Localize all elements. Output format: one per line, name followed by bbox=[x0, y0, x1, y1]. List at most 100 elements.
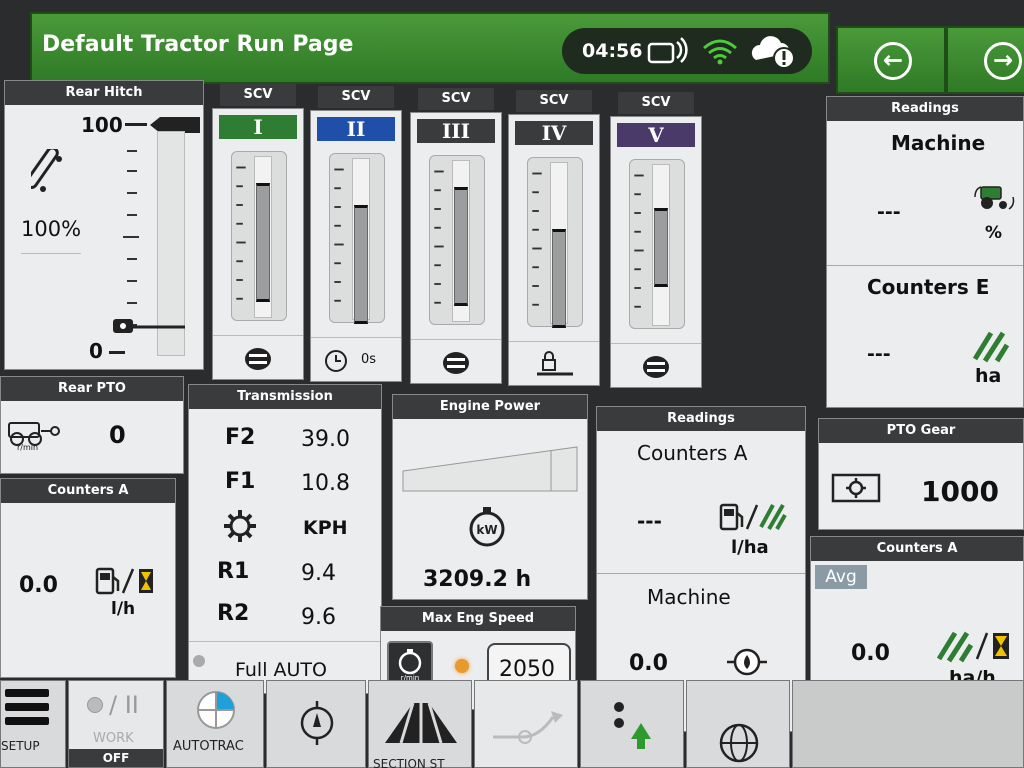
counters-e-unit: ha bbox=[975, 365, 1002, 387]
previous-page-button[interactable]: ← bbox=[836, 26, 946, 94]
tab-work-label: WORK bbox=[93, 731, 134, 746]
pressure-gauge-icon bbox=[727, 648, 767, 676]
scv-footer: 0s bbox=[311, 337, 401, 381]
timer-icon bbox=[325, 350, 347, 372]
trans-speed-unit: KPH bbox=[303, 517, 348, 539]
counters-a-right-value: 0.0 bbox=[851, 641, 890, 666]
scv-flow-track bbox=[629, 159, 685, 329]
rear-pto-panel[interactable]: Rear PTO r/min 0 bbox=[0, 376, 184, 474]
next-page-button[interactable]: → bbox=[946, 26, 1024, 94]
scv-scale-ticks bbox=[532, 172, 542, 306]
globe-icon bbox=[719, 723, 759, 763]
trans-value-1: 10.8 bbox=[301, 471, 350, 496]
hydraulic-valve-icon bbox=[443, 352, 469, 374]
scv-number: III bbox=[417, 119, 495, 143]
trans-indicator-light bbox=[193, 655, 205, 667]
counters-a-unit: l/ha bbox=[731, 537, 769, 558]
scv-3-panel[interactable]: SCV III bbox=[410, 88, 502, 388]
tab-section-control[interactable]: SECTION ST bbox=[368, 680, 472, 768]
scv-label: SCV bbox=[516, 90, 592, 112]
scv-flow-track bbox=[527, 157, 583, 328]
hydraulic-valve-icon bbox=[643, 356, 669, 378]
scv-footer bbox=[411, 339, 501, 383]
tab-setup[interactable]: SETUP bbox=[0, 680, 66, 768]
scv-flow-bar bbox=[654, 207, 668, 288]
scv-flow-bar bbox=[354, 205, 368, 324]
tab-extra[interactable] bbox=[792, 680, 1024, 768]
gear-icon bbox=[224, 510, 256, 542]
tab-guidance[interactable] bbox=[266, 680, 366, 768]
scv-flow-track bbox=[329, 153, 385, 324]
max-eng-speed-value: 2050 bbox=[499, 657, 555, 682]
status-bar[interactable]: 04:56 bbox=[562, 28, 812, 74]
rear-hitch-panel[interactable]: Rear Hitch 100 100% 0 bbox=[4, 80, 204, 370]
tab-autotrac[interactable]: AUTOTRAC bbox=[166, 680, 264, 768]
engine-rpm-icon: r/min bbox=[398, 649, 422, 682]
trans-mode: Full AUTO bbox=[235, 659, 327, 681]
hitch-lower-icon bbox=[113, 319, 185, 333]
avg-tag: Avg bbox=[815, 565, 867, 589]
scv-2-panel[interactable]: SCV II 0s bbox=[310, 86, 402, 386]
rear-hitch-title: Rear Hitch bbox=[5, 81, 203, 105]
counters-a-left-panel[interactable]: Counters A 0.0 l/h bbox=[0, 478, 176, 678]
fuel-rate-icon bbox=[95, 567, 153, 595]
hitch-link-icon bbox=[31, 149, 62, 192]
tab-turn-automation[interactable] bbox=[474, 680, 578, 768]
readings-right-panel[interactable]: Readings Machine --- % Counters E --- ha bbox=[826, 96, 1024, 408]
trans-value-0: 39.0 bbox=[301, 427, 350, 452]
counters-a-value: --- bbox=[637, 509, 662, 533]
scv-label: SCV bbox=[418, 88, 494, 110]
hitch-min-label: 0 bbox=[89, 339, 103, 363]
transmission-title: Transmission bbox=[189, 385, 381, 409]
tab-section-label: SECTION ST bbox=[373, 757, 445, 768]
pto-gear-panel[interactable]: PTO Gear 1000 bbox=[818, 418, 1024, 530]
tab-sequence[interactable] bbox=[580, 680, 684, 768]
tab-work-state: OFF bbox=[69, 749, 163, 767]
machine-value: 0.0 bbox=[629, 651, 668, 676]
scv-5-panel[interactable]: SCV V bbox=[610, 92, 702, 392]
clock-text: 04:56 bbox=[582, 40, 643, 62]
readings-mid-title: Readings bbox=[597, 407, 805, 431]
scv-scale-ticks bbox=[334, 168, 344, 302]
page-header: Default Tractor Run Page 04:56 bbox=[30, 12, 830, 84]
tab-setup-label: SETUP bbox=[1, 739, 40, 753]
scv-body: II 0s bbox=[310, 110, 402, 382]
scv-4-panel[interactable]: SCV IV bbox=[508, 90, 600, 390]
turn-path-icon bbox=[493, 711, 563, 744]
rear-pto-value: 0 bbox=[109, 421, 126, 449]
scv-label: SCV bbox=[618, 92, 694, 114]
lock-valve-icon bbox=[537, 351, 573, 376]
scv-flow-bar bbox=[256, 182, 270, 302]
engine-power-panel[interactable]: Engine Power kW 3209.2 h bbox=[392, 394, 588, 600]
svg-text:kW: kW bbox=[476, 523, 497, 537]
counters-a-left-unit: l/h bbox=[111, 599, 136, 619]
trans-label-0: F2 bbox=[225, 425, 256, 450]
fuel-per-area-icon bbox=[719, 503, 787, 531]
arrow-left-icon: ← bbox=[874, 42, 912, 80]
trans-label-4: R2 bbox=[217, 601, 250, 626]
scv-1-panel[interactable]: SCV I bbox=[212, 84, 304, 384]
scv-body: IV bbox=[508, 114, 600, 386]
tab-work[interactable]: / II WORK OFF bbox=[68, 680, 164, 768]
engine-power-bar bbox=[402, 446, 578, 492]
machine-label: Machine bbox=[647, 585, 731, 609]
pto-gear-value: 1000 bbox=[921, 475, 999, 508]
autotrac-icon bbox=[197, 691, 235, 729]
counters-e-label: Counters E bbox=[867, 275, 990, 299]
scv-scale-ticks bbox=[236, 166, 246, 300]
scv-flow-track bbox=[429, 155, 485, 325]
scv-flow-track bbox=[231, 151, 287, 321]
tab-map[interactable] bbox=[686, 680, 790, 768]
scv-flow-bar bbox=[552, 229, 566, 328]
scv-body: III bbox=[410, 112, 502, 384]
section-control-icon bbox=[385, 702, 457, 744]
right-machine-value: --- bbox=[877, 201, 901, 223]
counters-a-left-value: 0.0 bbox=[19, 573, 58, 598]
page-title: Default Tractor Run Page bbox=[42, 32, 354, 57]
pto-gear-icon bbox=[831, 473, 881, 503]
engine-power-title: Engine Power bbox=[393, 395, 587, 419]
scv-number: I bbox=[219, 115, 297, 139]
transmission-panel[interactable]: Transmission F2 39.0 F1 10.8 KPH R1 9.4 … bbox=[188, 384, 382, 694]
scv-label: SCV bbox=[220, 84, 296, 106]
tab-autotrac-label: AUTOTRAC bbox=[173, 739, 244, 754]
